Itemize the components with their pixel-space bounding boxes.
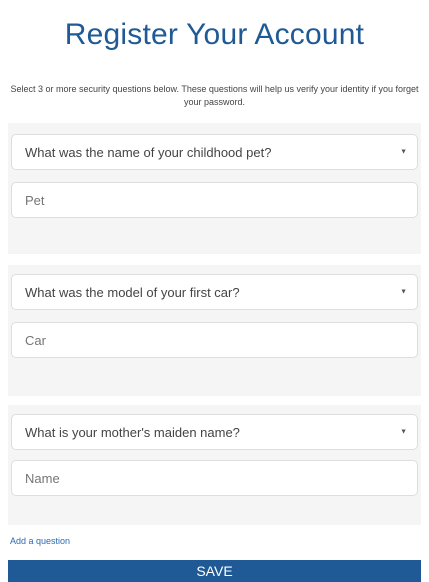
intro-text: Select 3 or more security questions belo… [10, 84, 419, 107]
caret-down-icon: ▼ [400, 428, 407, 436]
answer-input-1[interactable] [25, 192, 395, 208]
answer-field-2[interactable] [11, 322, 418, 358]
answer-input-2[interactable] [25, 332, 395, 348]
answer-input-3[interactable] [25, 470, 395, 486]
caret-down-icon: ▼ [400, 288, 407, 296]
answer-field-1[interactable] [11, 182, 418, 218]
register-page: Register Your Account Select 3 or more s… [0, 0, 429, 582]
caret-down-icon: ▼ [400, 148, 407, 156]
save-button[interactable]: SAVE [8, 560, 421, 582]
question-select-1-value: What was the name of your childhood pet? [25, 144, 272, 160]
question-select-2-value: What was the model of your first car? [25, 284, 240, 300]
question-select-1[interactable]: What was the name of your childhood pet?… [11, 134, 418, 170]
add-question-link[interactable]: Add a question [10, 536, 70, 546]
page-title: Register Your Account [64, 18, 365, 51]
question-select-3-value: What is your mother's maiden name? [25, 424, 240, 440]
question-select-2[interactable]: What was the model of your first car? ▼ [11, 274, 418, 310]
question-select-3[interactable]: What is your mother's maiden name? ▼ [11, 414, 418, 450]
answer-field-3[interactable] [11, 460, 418, 496]
